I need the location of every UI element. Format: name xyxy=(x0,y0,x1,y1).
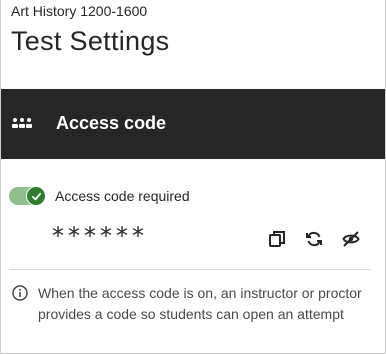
section-header: Access code xyxy=(1,89,385,159)
copy-icon[interactable] xyxy=(268,230,286,248)
dots-icon xyxy=(12,118,32,128)
toggle-label: Access code required xyxy=(55,188,190,204)
access-code-toggle[interactable] xyxy=(9,186,46,206)
check-icon xyxy=(31,192,41,200)
eye-off-icon[interactable] xyxy=(342,230,360,248)
info-icon xyxy=(12,285,28,301)
access-code-panel: Art History 1200-1600 Test Settings Acce… xyxy=(0,0,386,354)
section-title: Access code xyxy=(56,113,167,133)
access-code-value: ****** xyxy=(52,222,148,250)
access-code-toggle-row: Access code required xyxy=(9,186,190,206)
course-title: Art History 1200-1600 xyxy=(11,3,148,19)
toggle-knob xyxy=(26,186,46,206)
divider xyxy=(9,269,371,270)
refresh-icon[interactable] xyxy=(305,230,323,248)
info-text: When the access code is on, an instructo… xyxy=(38,285,362,322)
page-title: Test Settings xyxy=(11,26,170,56)
